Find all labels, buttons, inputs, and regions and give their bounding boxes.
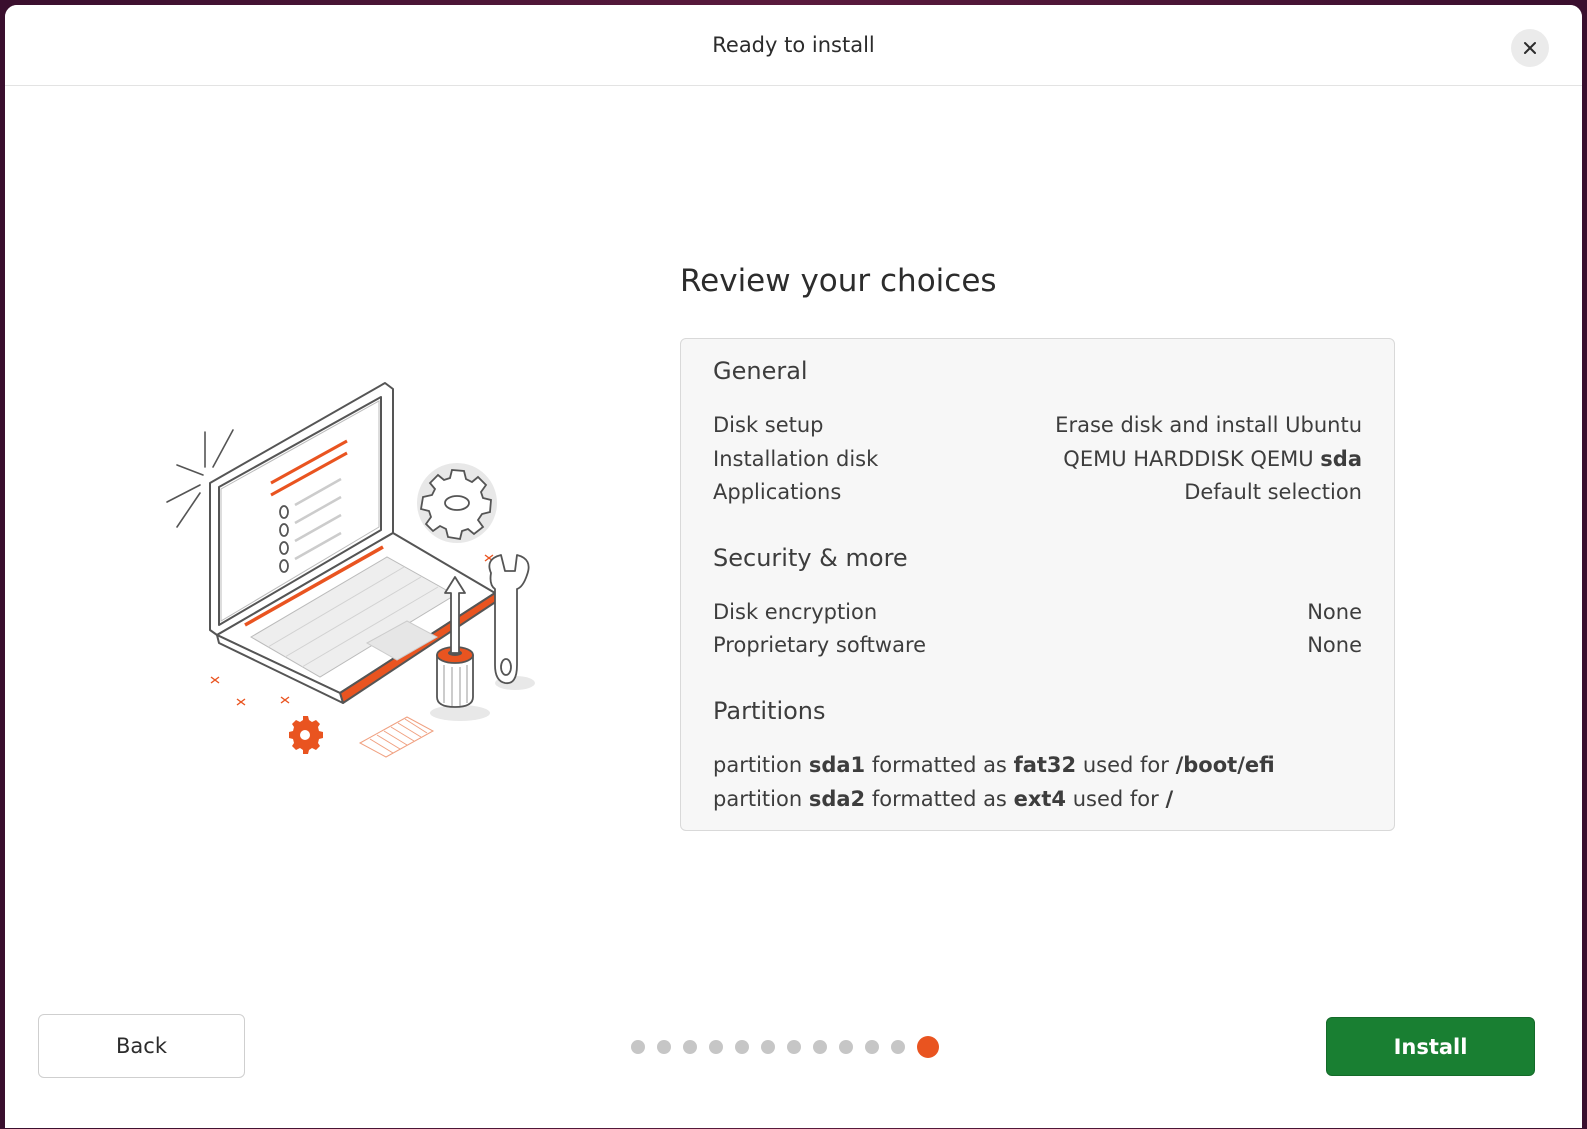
page-heading: Review your choices — [680, 263, 997, 299]
step-dot — [865, 1040, 879, 1054]
summary-row-applications: Applications Default selection — [713, 477, 1362, 507]
partition-filesystem: fat32 — [1013, 753, 1077, 777]
section-title-security: Security & more — [713, 544, 908, 572]
partition-line: partition sda2 formatted as ext4 used fo… — [713, 787, 1174, 811]
row-label: Disk setup — [713, 413, 824, 437]
step-dot — [891, 1040, 905, 1054]
row-value: Default selection — [1184, 480, 1362, 504]
laptop-tools-illustration — [166, 382, 535, 758]
install-button[interactable]: Install — [1326, 1017, 1535, 1076]
disk-device-name: sda — [1320, 447, 1362, 471]
close-icon — [1524, 42, 1536, 54]
row-value: None — [1307, 600, 1362, 624]
summary-row-proprietary-software: Proprietary software None — [713, 630, 1362, 660]
step-dot — [839, 1040, 853, 1054]
row-label: Applications — [713, 480, 842, 504]
section-title-partitions: Partitions — [713, 697, 826, 725]
step-dot — [683, 1040, 697, 1054]
summary-row-disk-setup: Disk setup Erase disk and install Ubuntu — [713, 410, 1362, 440]
row-value: Erase disk and install Ubuntu — [1055, 413, 1362, 437]
summary-row-disk-encryption: Disk encryption None — [713, 597, 1362, 627]
row-value: QEMU HARDDISK QEMU sda — [1063, 447, 1362, 471]
choices-summary-panel: General Disk setup Erase disk and instal… — [680, 338, 1395, 831]
close-button[interactable] — [1511, 29, 1549, 67]
row-value: None — [1307, 633, 1362, 657]
partition-name: sda1 — [808, 753, 866, 777]
step-dot — [813, 1040, 827, 1054]
row-label: Disk encryption — [713, 600, 878, 624]
partition-filesystem: ext4 — [1013, 787, 1067, 811]
partition-mount-point: /boot/efi — [1175, 753, 1275, 777]
step-dot — [709, 1040, 723, 1054]
row-label: Installation disk — [713, 447, 879, 471]
step-dot — [735, 1040, 749, 1054]
step-dot — [631, 1040, 645, 1054]
step-dot — [787, 1040, 801, 1054]
title-bar: Ready to install — [5, 5, 1582, 86]
step-dot — [761, 1040, 775, 1054]
partition-name: sda2 — [808, 787, 866, 811]
section-title-general: General — [713, 357, 808, 385]
partition-mount-point: / — [1165, 787, 1174, 811]
step-dot — [657, 1040, 671, 1054]
step-dot-current — [917, 1036, 939, 1058]
back-button[interactable]: Back — [38, 1014, 245, 1078]
summary-row-installation-disk: Installation disk QEMU HARDDISK QEMU sda — [713, 444, 1362, 474]
partition-line: partition sda1 formatted as fat32 used f… — [713, 753, 1275, 777]
row-label: Proprietary software — [713, 633, 927, 657]
window-title: Ready to install — [712, 33, 875, 57]
step-progress-dots — [631, 1035, 939, 1059]
installer-window: Ready to install Review your choices Gen… — [5, 5, 1582, 1128]
